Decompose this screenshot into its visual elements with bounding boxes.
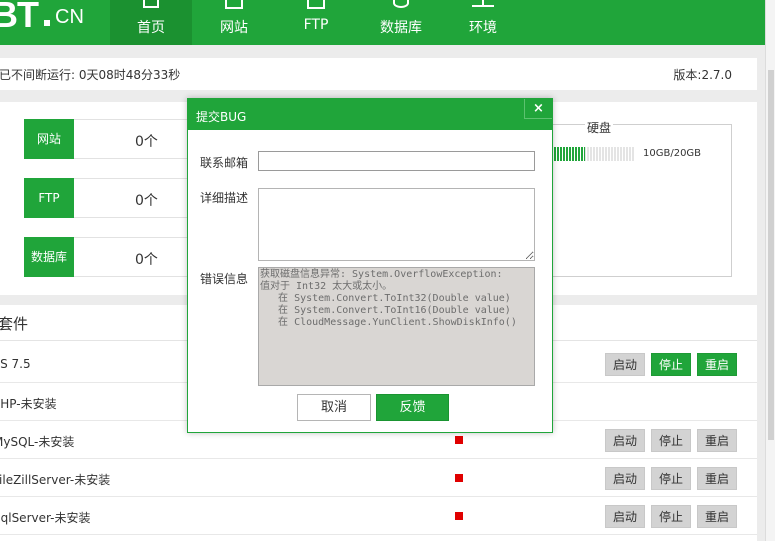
scrollbar-thumb[interactable]	[768, 70, 774, 440]
database-icon	[393, 0, 409, 8]
logo-domain: CN	[55, 6, 84, 28]
nav-ftp-label: FTP	[303, 17, 329, 33]
stat-database-label: 数据库	[24, 237, 74, 277]
disk-box: 硬盘 10GB/20GB	[548, 119, 732, 277]
software-name: MySQL-未安装	[0, 435, 75, 449]
stopped-status-icon	[455, 512, 463, 520]
stopped-status-icon	[455, 474, 463, 482]
nav-environment[interactable]: 环境	[446, 0, 520, 45]
nav-environment-label: 环境	[469, 20, 497, 36]
vertical-scrollbar[interactable]	[765, 0, 775, 541]
disk-title: 硬盘	[585, 119, 614, 136]
software-name: FileZillServer-未安装	[0, 473, 111, 487]
status-bar: 已不间断运行: 0天08时48分33秒 版本:2.7.0	[0, 58, 757, 90]
nav-home-label: 首页	[137, 20, 165, 36]
stat-ftp[interactable]: FTP 0个	[24, 178, 194, 218]
close-icon[interactable]: ×	[524, 99, 552, 119]
description-label: 详细描述	[200, 191, 249, 205]
stat-website-value: 0个	[135, 134, 158, 150]
logo: BT CN	[0, 0, 110, 45]
cancel-button[interactable]: 取消	[297, 394, 371, 421]
ftp-icon	[307, 0, 325, 9]
software-row-filezilla: FileZillServer-未安装 启动 停止 重启	[0, 459, 757, 497]
stop-button[interactable]: 停止	[651, 353, 691, 376]
nav-database-label: 数据库	[380, 20, 422, 36]
stat-database-value: 0个	[135, 252, 158, 268]
software-name: SqlServer-未安装	[0, 511, 91, 525]
stat-website[interactable]: 网站 0个	[24, 119, 194, 159]
nav-ftp[interactable]: FTP	[276, 0, 356, 45]
version-text: 版本:2.7.0	[673, 68, 732, 82]
top-nav: BT CN 首页 网站 FTP 数据库 环境	[0, 0, 765, 45]
stop-button[interactable]: 停止	[651, 505, 691, 528]
email-label: 联系邮箱	[200, 156, 249, 170]
disk-usage-fill	[551, 147, 585, 161]
stat-website-label: 网站	[24, 119, 74, 159]
dialog-header: 提交BUG ×	[188, 99, 552, 130]
stat-ftp-value: 0个	[135, 193, 158, 209]
uptime-text: 已不间断运行: 0天08时48分33秒	[0, 68, 181, 82]
stopped-status-icon	[455, 436, 463, 444]
logo-mark: BT	[0, 0, 39, 35]
error-info-field[interactable]: 获取磁盘信息异常: System.OverflowException: 值对于 …	[258, 267, 535, 386]
restart-button[interactable]: 重启	[697, 467, 737, 490]
stat-database[interactable]: 数据库 0个	[24, 237, 194, 277]
nav-website-label: 网站	[220, 20, 248, 36]
restart-button[interactable]: 重启	[697, 353, 737, 376]
dialog-title: 提交BUG	[196, 110, 247, 124]
disk-usage-text: 10GB/20GB	[643, 148, 702, 159]
software-title: 套件	[0, 315, 29, 333]
nav-website[interactable]: 网站	[192, 0, 276, 45]
settings-sliders-icon	[472, 0, 494, 7]
description-field[interactable]	[258, 188, 535, 261]
email-field[interactable]	[258, 151, 535, 171]
monitor-icon	[225, 0, 243, 9]
stat-ftp-label: FTP	[24, 178, 74, 218]
submit-feedback-button[interactable]: 反馈	[376, 394, 449, 421]
restart-button[interactable]: 重启	[697, 429, 737, 452]
software-name: IIS 7.5	[0, 357, 31, 371]
bug-report-dialog: 提交BUG × 联系邮箱 详细描述 错误信息 获取磁盘信息异常: System.…	[187, 98, 553, 433]
software-row-sqlserver: SqlServer-未安装 启动 停止 重启	[0, 497, 757, 535]
start-button[interactable]: 启动	[605, 429, 645, 452]
stop-button[interactable]: 停止	[651, 467, 691, 490]
nav-home[interactable]: 首页	[110, 0, 192, 45]
start-button[interactable]: 启动	[605, 505, 645, 528]
start-button[interactable]: 启动	[605, 467, 645, 490]
start-button[interactable]: 启动	[605, 353, 645, 376]
error-info-label: 错误信息	[200, 272, 249, 286]
stop-button[interactable]: 停止	[651, 429, 691, 452]
disk-usage-bar	[551, 147, 635, 161]
logo-dot	[44, 20, 50, 26]
software-name: PHP-未安装	[0, 397, 57, 411]
restart-button[interactable]: 重启	[697, 505, 737, 528]
nav-database[interactable]: 数据库	[356, 0, 446, 45]
home-icon	[143, 0, 159, 8]
